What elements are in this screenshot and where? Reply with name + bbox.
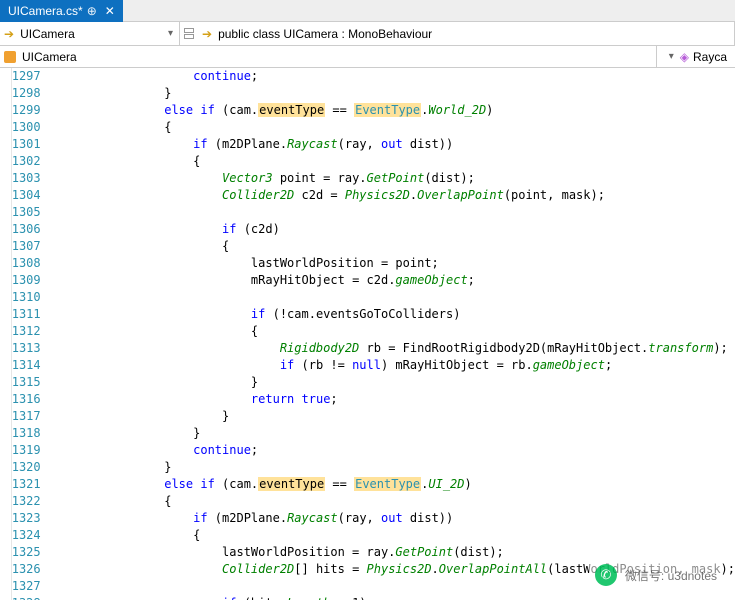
line-number: 1325 (12, 544, 41, 561)
line-number: 1309 (12, 272, 41, 289)
code-line[interactable]: else if (cam.eventType == EventType.UI_2… (49, 476, 735, 493)
code-line[interactable]: else if (cam.eventType == EventType.Worl… (49, 102, 735, 119)
code-line[interactable]: { (49, 153, 735, 170)
arrow-icon: ➔ (4, 27, 14, 41)
chevron-down-icon[interactable]: ▾ (168, 28, 173, 39)
code-line[interactable]: { (49, 493, 735, 510)
class-icon (4, 51, 16, 63)
code-line[interactable]: { (49, 323, 735, 340)
line-number: 1300 (12, 119, 41, 136)
code-line[interactable]: continue; (49, 442, 735, 459)
line-number: 1319 (12, 442, 41, 459)
line-number: 1327 (12, 578, 41, 595)
code-line[interactable]: Collider2D c2d = Physics2D.OverlapPoint(… (49, 187, 735, 204)
line-number: 1321 (12, 476, 41, 493)
pin-icon[interactable]: ⊕ (87, 4, 97, 18)
code-line[interactable]: if (m2DPlane.Raycast(ray, out dist)) (49, 510, 735, 527)
scope-dropdown[interactable]: ➔ UICamera ▾ (0, 22, 180, 45)
line-number: 1298 (12, 85, 41, 102)
line-number: 1318 (12, 425, 41, 442)
code-line[interactable] (49, 204, 735, 221)
editor[interactable]: 1297129812991300130113021303130413051306… (0, 68, 735, 600)
line-number: 1306 (12, 221, 41, 238)
line-number: 1313 (12, 340, 41, 357)
tab-label: UICamera.cs* (8, 4, 83, 18)
decl-label: public class UICamera : MonoBehaviour (218, 27, 432, 41)
split-button[interactable] (180, 28, 198, 39)
line-gutter: 1297129812991300130113021303130413051306… (12, 68, 47, 600)
crumb-right-cell[interactable]: ▾ ◈ Rayca (656, 46, 731, 67)
line-number: 1320 (12, 459, 41, 476)
line-number: 1310 (12, 289, 41, 306)
code-line[interactable]: if (m2DPlane.Raycast(ray, out dist)) (49, 136, 735, 153)
arrow-icon: ➔ (202, 27, 212, 41)
gutter-margin (0, 68, 12, 600)
tab-bar: UICamera.cs* ⊕ ✕ (0, 0, 735, 22)
line-number: 1307 (12, 238, 41, 255)
close-icon[interactable]: ✕ (105, 4, 115, 18)
code-line[interactable]: lastWorldPosition = point; (49, 255, 735, 272)
code-line[interactable]: Vector3 point = ray.GetPoint(dist); (49, 170, 735, 187)
line-number: 1317 (12, 408, 41, 425)
line-number: 1322 (12, 493, 41, 510)
line-number: 1311 (12, 306, 41, 323)
member-dropdown[interactable]: ➔ public class UICamera : MonoBehaviour (198, 22, 735, 45)
scope-label: UICamera (20, 27, 75, 41)
breadcrumb: UICamera ▾ ◈ Rayca (0, 46, 735, 68)
line-number: 1323 (12, 510, 41, 527)
method-icon: ◈ (680, 50, 689, 64)
code-line[interactable]: } (49, 425, 735, 442)
line-number: 1328 (12, 595, 41, 600)
crumb-left[interactable]: UICamera (22, 50, 77, 64)
line-number: 1305 (12, 204, 41, 221)
code-line[interactable]: return true; (49, 391, 735, 408)
code-line[interactable]: lastWorldPosition = ray.GetPoint(dist); (49, 544, 735, 561)
code-line[interactable]: Rigidbody2D rb = FindRootRigidbody2D(mRa… (49, 340, 735, 357)
crumb-right: Rayca (693, 50, 727, 64)
code-line[interactable]: { (49, 238, 735, 255)
line-number: 1301 (12, 136, 41, 153)
code-line[interactable]: continue; (49, 68, 735, 85)
code-area[interactable]: continue; } else if (cam.eventType == Ev… (47, 68, 735, 600)
code-line[interactable]: if (c2d) (49, 221, 735, 238)
line-number: 1326 (12, 561, 41, 578)
code-line[interactable]: if (!cam.eventsGoToColliders) (49, 306, 735, 323)
watermark: ✆ 微信号: u3dnotes (589, 562, 723, 588)
line-number: 1303 (12, 170, 41, 187)
code-line[interactable] (49, 289, 735, 306)
line-number: 1312 (12, 323, 41, 340)
code-line[interactable]: } (49, 408, 735, 425)
line-number: 1304 (12, 187, 41, 204)
line-number: 1315 (12, 374, 41, 391)
line-number: 1302 (12, 153, 41, 170)
code-line[interactable]: if (hits.Length > 1) (49, 595, 735, 600)
file-tab[interactable]: UICamera.cs* ⊕ ✕ (0, 0, 123, 22)
line-number: 1324 (12, 527, 41, 544)
code-line[interactable]: } (49, 459, 735, 476)
line-number: 1297 (12, 68, 41, 85)
line-number: 1316 (12, 391, 41, 408)
code-line[interactable]: } (49, 85, 735, 102)
watermark-text: 微信号: u3dnotes (625, 567, 717, 584)
code-line[interactable]: mRayHitObject = c2d.gameObject; (49, 272, 735, 289)
line-number: 1299 (12, 102, 41, 119)
wechat-icon: ✆ (595, 564, 617, 586)
code-line[interactable]: if (rb != null) mRayHitObject = rb.gameO… (49, 357, 735, 374)
line-number: 1308 (12, 255, 41, 272)
line-number: 1314 (12, 357, 41, 374)
code-line[interactable]: { (49, 527, 735, 544)
code-line[interactable]: } (49, 374, 735, 391)
chevron-down-icon[interactable]: ▾ (669, 51, 674, 62)
code-line[interactable]: { (49, 119, 735, 136)
nav-bar: ➔ UICamera ▾ ➔ public class UICamera : M… (0, 22, 735, 46)
